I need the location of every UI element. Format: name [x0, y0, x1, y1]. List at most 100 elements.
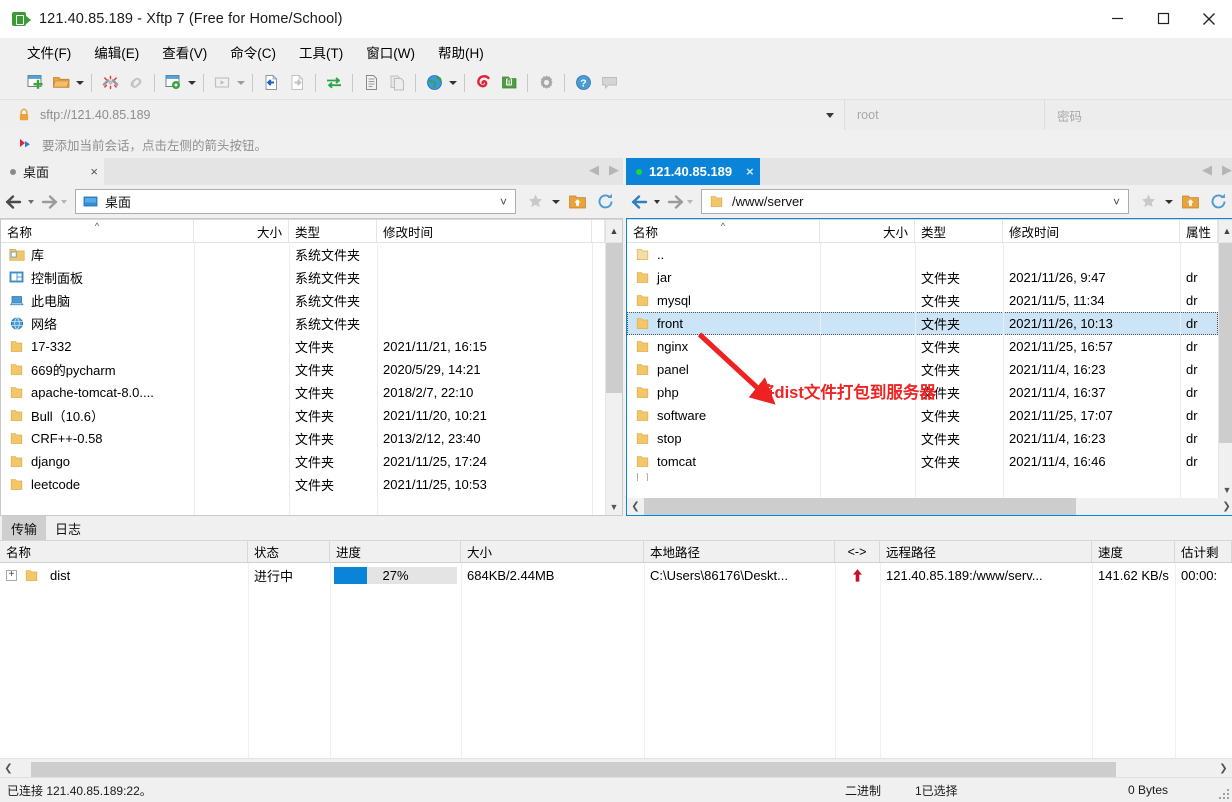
remote-hscroll-left-button[interactable]: ❮	[627, 498, 644, 515]
table-row[interactable]: panel 文件夹 2021/11/4, 16:23 dr	[627, 358, 1218, 381]
help-icon[interactable]: ?	[570, 70, 596, 96]
tab-log[interactable]: 日志	[46, 516, 90, 540]
xmanager-icon[interactable]	[496, 70, 522, 96]
remote-hscroll-track[interactable]	[644, 498, 1219, 515]
remote-hscroll-thumb[interactable]	[644, 498, 1076, 515]
refresh-icon[interactable]	[592, 189, 618, 215]
resize-grip-icon[interactable]	[1217, 787, 1229, 799]
menu-edit[interactable]: 编辑(E)	[85, 39, 148, 65]
table-row[interactable]: stop 文件夹 2021/11/4, 16:23 dr	[627, 427, 1218, 450]
table-row[interactable]: Bull（10.6） 文件夹 2021/11/20, 10:21	[1, 404, 605, 427]
remote-vscroll-thumb[interactable]	[1218, 243, 1232, 443]
open-folder-icon[interactable]	[48, 70, 74, 96]
table-row[interactable]: 669的pycharm 文件夹 2020/5/29, 14:21	[1, 358, 605, 381]
local-vscroll-thumb[interactable]	[605, 243, 622, 393]
xfer-col-local-path[interactable]: 本地路径	[644, 541, 835, 562]
xfer-col-progress[interactable]: 进度	[330, 541, 461, 562]
minimize-button[interactable]	[1094, 0, 1140, 38]
xfer-col-eta[interactable]: 估计剩	[1175, 541, 1232, 562]
table-row[interactable]: + dist 进行中 27% 684KB/2.44MB C:\Users\861…	[0, 563, 1232, 587]
table-row[interactable]: mysql 文件夹 2021/11/5, 11:34 dr	[627, 289, 1218, 312]
table-row[interactable]: leetcode 文件夹 2021/11/25, 10:53	[1, 473, 605, 496]
remote-col-attr[interactable]: 属性	[1180, 220, 1219, 242]
remote-file-list[interactable]: .. jar 文件夹 2021/11/26, 9:47 dr mysql 文件夹…	[627, 243, 1232, 498]
xfer-hscroll-right-button[interactable]: ❯	[1215, 760, 1232, 777]
open-folder-dropdown-icon[interactable]	[74, 70, 86, 96]
table-row[interactable]: 控制面板 系统文件夹	[1, 266, 605, 289]
xfer-col-name[interactable]: 名称	[0, 541, 248, 562]
local-back-button[interactable]	[5, 194, 38, 210]
bookmark-dropdown-icon[interactable]	[550, 189, 562, 215]
remote-vscroll-down-button[interactable]: ▼	[1219, 481, 1232, 498]
xshell-icon[interactable]	[470, 70, 496, 96]
local-vertical-scrollbar[interactable]: ▼	[605, 243, 622, 515]
browser-dropdown-icon[interactable]	[447, 70, 459, 96]
remote-col-name[interactable]: 名称 ^	[627, 220, 820, 242]
table-row[interactable]: CRF++-0.58 文件夹 2013/2/12, 23:40	[1, 427, 605, 450]
table-row-partial[interactable]	[627, 473, 1218, 481]
local-col-type[interactable]: 类型	[289, 220, 377, 242]
xfer-hscroll-track[interactable]	[17, 759, 1215, 777]
table-row[interactable]: apache-tomcat-8.0.... 文件夹 2018/2/7, 22:1…	[1, 381, 605, 404]
remote-path-input[interactable]: /www/server ˅	[701, 189, 1130, 214]
table-row[interactable]: ..	[627, 243, 1218, 266]
xfer-col-status[interactable]: 状态	[248, 541, 330, 562]
expand-row-icon[interactable]: +	[6, 569, 17, 581]
transfer-rows[interactable]: + dist 进行中 27% 684KB/2.44MB C:\Users\861…	[0, 563, 1232, 758]
username-field[interactable]: root	[845, 100, 1045, 130]
table-row[interactable]: nginx 文件夹 2021/11/25, 16:57 dr	[627, 335, 1218, 358]
remote-horizontal-scrollbar[interactable]: ❮ ❯	[627, 498, 1232, 515]
xfer-col-direction[interactable]: <->	[835, 541, 880, 562]
local-vscroll-up-button[interactable]: ▲	[605, 220, 622, 242]
remote-tab-server[interactable]: 121.40.85.189 ×	[626, 158, 760, 185]
bookmark-star-icon[interactable]	[522, 189, 548, 215]
local-path-dropdown-icon[interactable]: ˅	[500, 195, 507, 209]
remote-col-type[interactable]: 类型	[915, 220, 1003, 242]
tab-scroll-left-icon[interactable]: ◀	[1202, 162, 1212, 178]
local-vscroll-down-button[interactable]: ▼	[606, 498, 623, 515]
table-row[interactable]: 此电脑 系统文件夹	[1, 289, 605, 312]
parent-folder-icon[interactable]	[564, 189, 590, 215]
table-row[interactable]: django 文件夹 2021/11/25, 17:24	[1, 450, 605, 473]
local-path-input[interactable]: 桌面 ˅	[75, 189, 516, 214]
menu-tools[interactable]: 工具(T)	[290, 39, 352, 65]
table-row[interactable]: tomcat 文件夹 2021/11/4, 16:46 dr	[627, 450, 1218, 473]
local-file-list[interactable]: 库 系统文件夹 控制面板 系统文件夹 此电脑 系统文件夹 网络 系统文件夹 17…	[1, 243, 622, 515]
tab-transfer[interactable]: 传输	[2, 516, 47, 540]
session-settings-icon[interactable]	[160, 70, 186, 96]
tab-scroll-right-icon[interactable]: ▶	[1222, 162, 1232, 178]
local-vscroll-track[interactable]	[605, 243, 622, 498]
table-row[interactable]: front 文件夹 2021/11/26, 10:13 dr	[627, 312, 1219, 335]
refresh-icon[interactable]	[1205, 189, 1231, 215]
transfer-horizontal-scrollbar[interactable]: ❮ ❯	[0, 758, 1232, 777]
remote-vertical-scrollbar[interactable]: ▼	[1218, 243, 1232, 498]
local-col-modified[interactable]: 修改时间	[377, 220, 592, 242]
tab-scroll-left-icon[interactable]: ◀	[589, 162, 599, 178]
session-url-field[interactable]: sftp://121.40.85.189	[0, 100, 845, 130]
xfer-hscroll-left-button[interactable]: ❮	[0, 760, 17, 777]
browser-icon[interactable]	[421, 70, 447, 96]
table-row[interactable]: 17-332 文件夹 2021/11/21, 16:15	[1, 335, 605, 358]
table-row[interactable]: 网络 系统文件夹	[1, 312, 605, 335]
remote-col-modified[interactable]: 修改时间	[1003, 220, 1180, 242]
parent-folder-icon[interactable]	[1177, 189, 1203, 215]
local-tab-close-icon[interactable]: ×	[90, 164, 98, 179]
remote-col-size[interactable]: 大小	[820, 220, 915, 242]
bookmark-dropdown-icon[interactable]	[1163, 189, 1175, 215]
local-tab-desktop[interactable]: 桌面 ×	[0, 158, 104, 185]
session-settings-dropdown-icon[interactable]	[186, 70, 198, 96]
close-button[interactable]	[1186, 0, 1232, 38]
options-icon[interactable]	[533, 70, 559, 96]
remote-hscroll-right-button[interactable]: ❯	[1218, 498, 1232, 515]
menu-window[interactable]: 窗口(W)	[357, 39, 424, 65]
menu-view[interactable]: 查看(V)	[153, 39, 216, 65]
table-row[interactable]: jar 文件夹 2021/11/26, 9:47 dr	[627, 266, 1218, 289]
table-row[interactable]: software 文件夹 2021/11/25, 17:07 dr	[627, 404, 1218, 427]
disconnect-icon[interactable]	[97, 70, 123, 96]
local-forward-button[interactable]	[38, 194, 71, 210]
xfer-col-speed[interactable]: 速度	[1092, 541, 1175, 562]
tab-scroll-right-icon[interactable]: ▶	[609, 162, 619, 178]
remote-path-dropdown-icon[interactable]: ˅	[1113, 195, 1120, 209]
remote-vscroll-track[interactable]	[1218, 243, 1232, 481]
menu-command[interactable]: 命令(C)	[221, 39, 285, 65]
